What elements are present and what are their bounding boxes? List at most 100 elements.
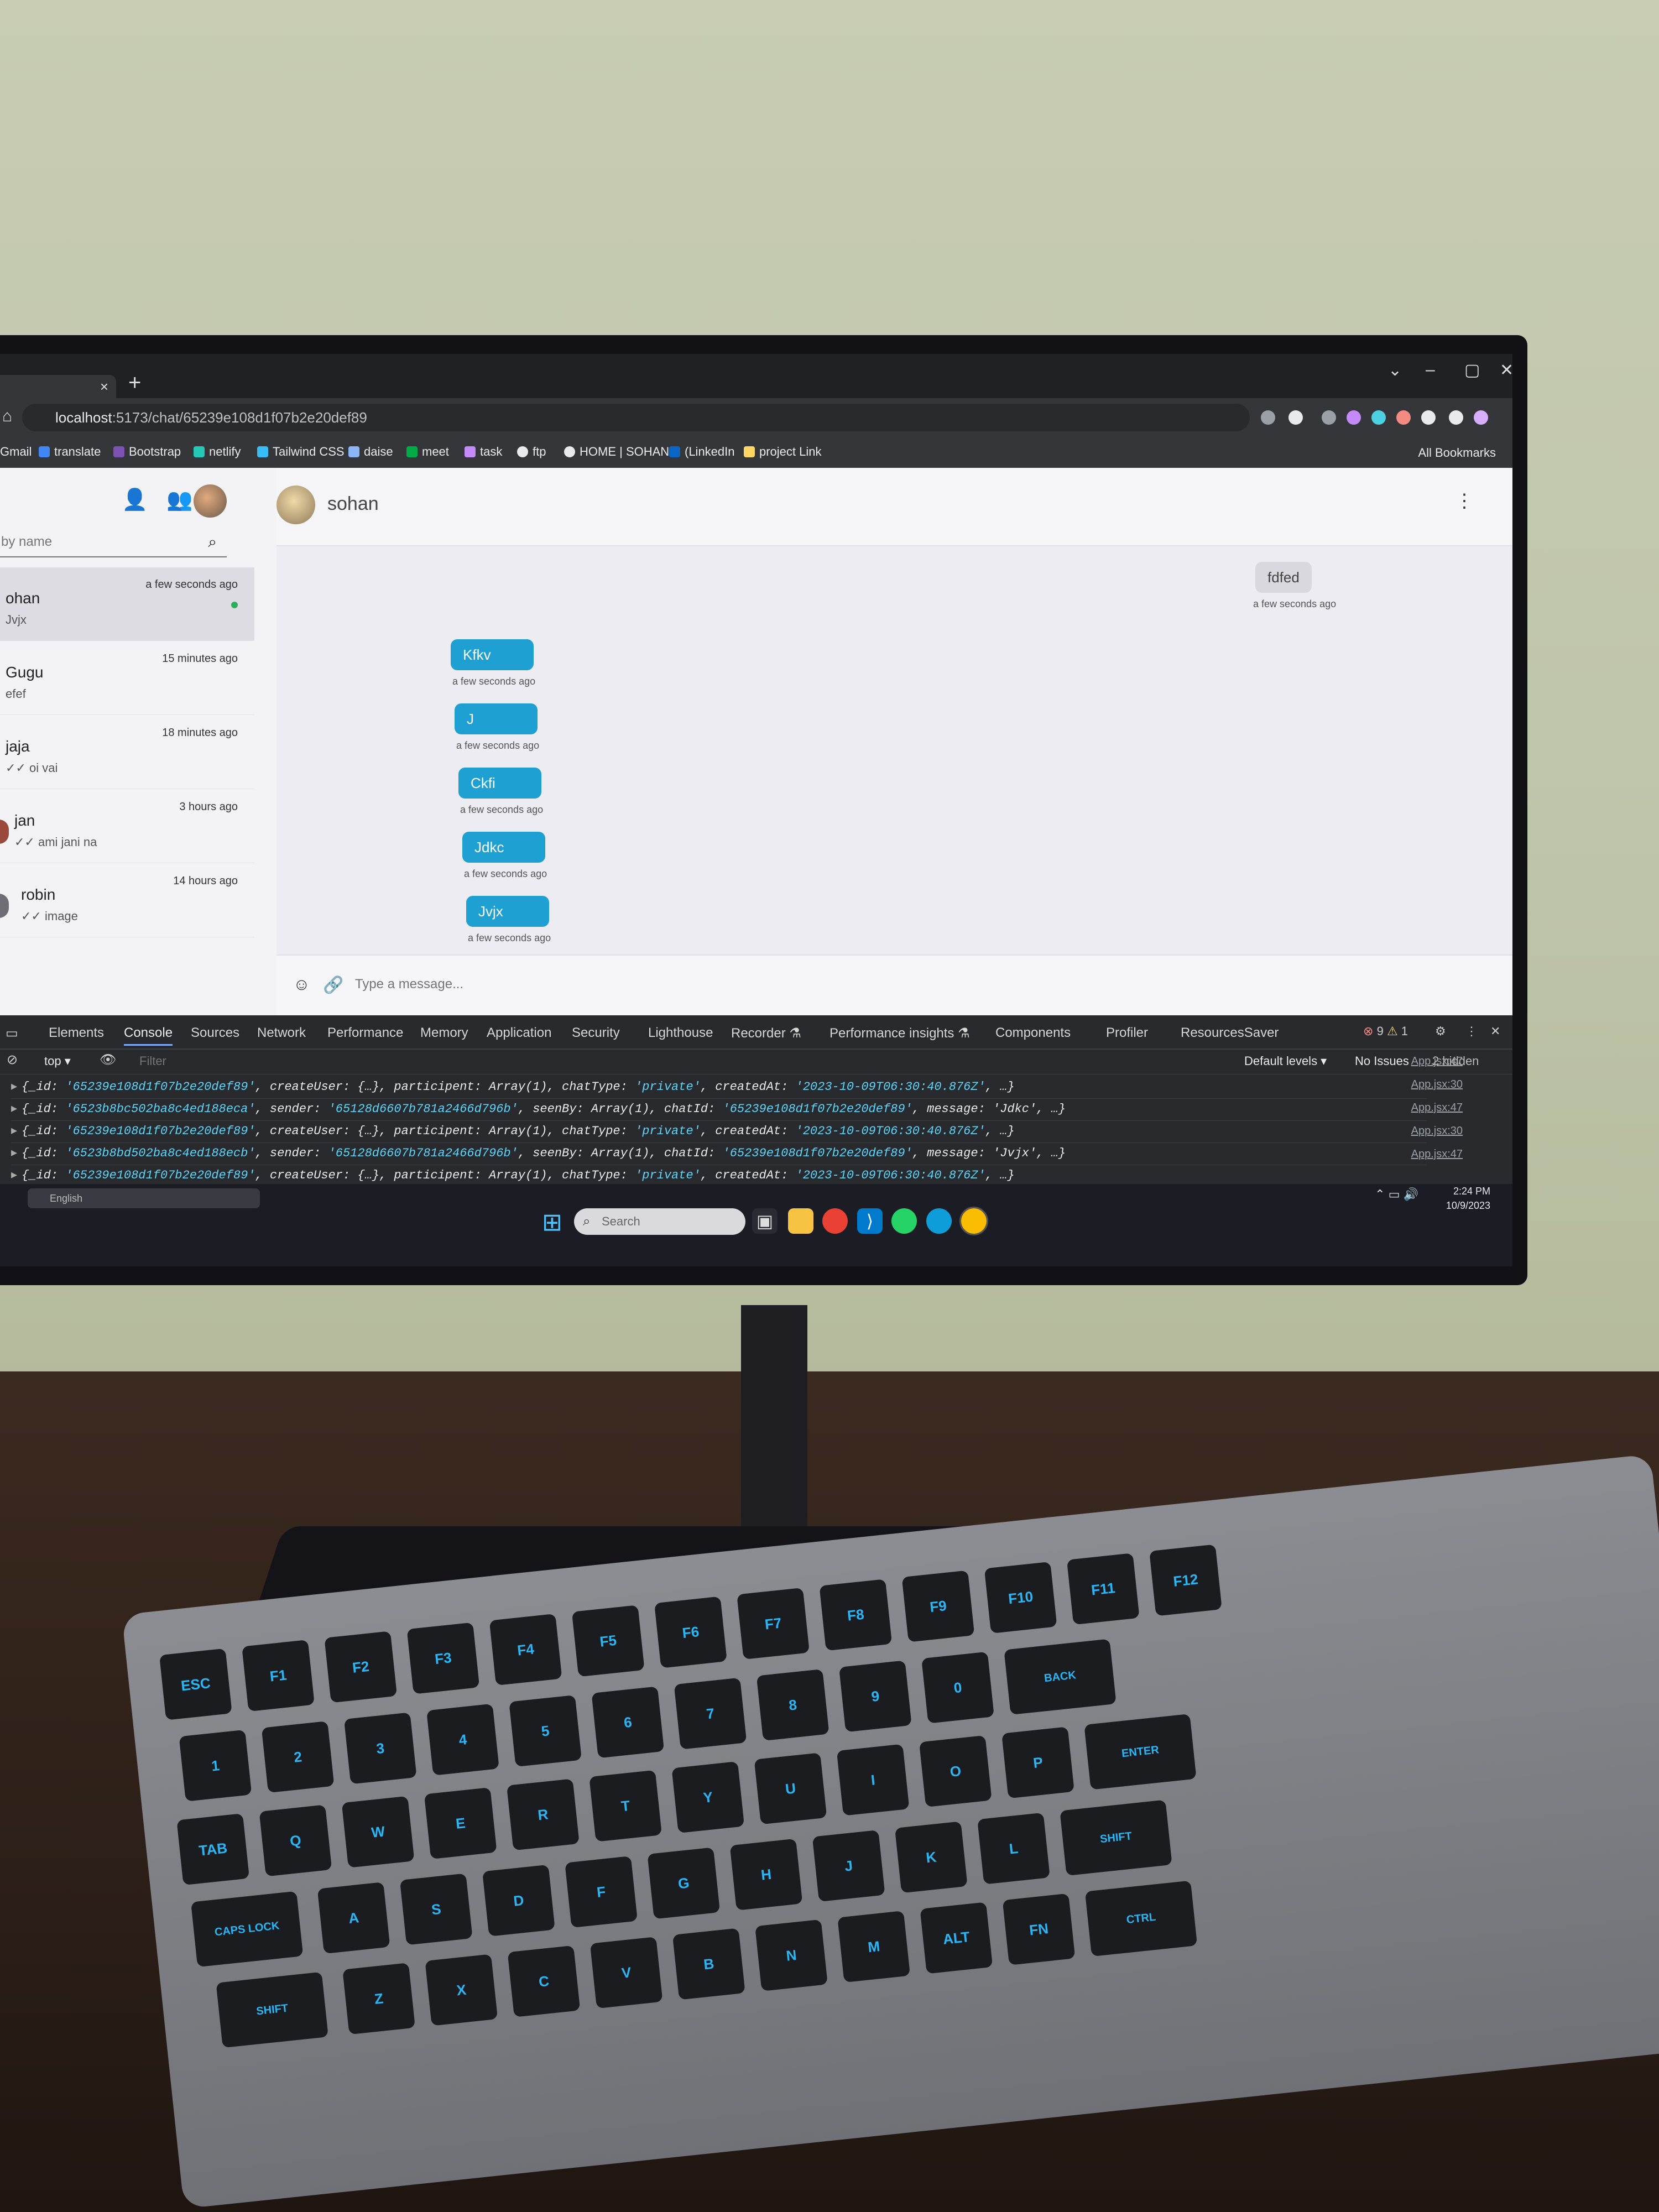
more-options-icon[interactable]: ⋮ [1455,490,1474,512]
attachment-icon[interactable]: 🔗 [323,975,343,995]
bookmark-project-link[interactable]: project Link [744,445,822,459]
browser-tab[interactable]: × [0,375,116,398]
tab-performance-insights[interactable]: Performance insights ⚗ [830,1025,970,1041]
bookmark-meet[interactable]: meet [406,445,449,459]
tab-components[interactable]: Components [995,1025,1071,1041]
group-icon[interactable]: 👥 [166,488,192,512]
expand-arrow-icon[interactable]: ▸ [11,1168,17,1182]
language-indicator[interactable]: English [28,1188,260,1208]
bookmark-home-sohan[interactable]: HOME | SOHAN [564,445,669,459]
edge-icon[interactable] [926,1208,952,1234]
my-avatar[interactable] [194,484,227,518]
file-explorer-icon[interactable] [788,1208,813,1234]
url-field[interactable]: localhost:5173/chat/65239e108d1f07b2e20d… [22,404,1250,431]
puzzle-icon[interactable] [1421,410,1436,425]
tab-security[interactable]: Security [572,1025,620,1041]
terminal-icon[interactable]: ▣ [752,1208,778,1234]
expand-arrow-icon[interactable]: ▸ [11,1080,17,1094]
tab-recorder[interactable]: Recorder ⚗ [731,1025,801,1041]
bookmark-ftp[interactable]: ftp [517,445,546,459]
device-toolbar-icon[interactable]: ▭ [6,1025,18,1041]
log-source-link[interactable]: App.jsx:30 [1411,1078,1463,1091]
tab-memory[interactable]: Memory [420,1025,468,1041]
log-source-link[interactable]: App.jsx:47 [1411,1148,1463,1161]
add-user-icon[interactable]: 👤 [122,488,148,512]
tab-application[interactable]: Application [487,1025,551,1041]
eye-icon[interactable]: 👁 [100,1052,116,1068]
error-warning-counter[interactable]: ⊗ 9 ⚠ 1 [1363,1024,1408,1039]
tab-resourcessaver[interactable]: ResourcesSaver [1181,1025,1279,1041]
close-window-button[interactable]: ✕ [1500,361,1512,380]
conversation-item[interactable]: jaja ✓✓ oi vai 18 minutes ago [0,716,254,789]
settings-gear-icon[interactable]: ⚙ [1435,1024,1446,1039]
home-icon[interactable]: ⌂ [2,407,12,426]
bookmark-daise[interactable]: daise [348,445,393,459]
conversation-item[interactable]: jan ✓✓ ami jani na 3 hours ago [0,790,254,863]
bookmark-linkedin[interactable]: (LinkedIn [669,445,735,459]
log-source-link[interactable]: App.jsx:47 [1411,1055,1463,1068]
tab-elements[interactable]: Elements [49,1025,104,1041]
console-log-line[interactable]: ▸ {_id: '65239e108d1f07b2e20def89', creat… [11,1120,1427,1143]
search-icon[interactable]: ⌕ [208,533,217,551]
bookmark-gmail[interactable]: Gmail [0,445,32,459]
expand-arrow-icon[interactable]: ▸ [11,1124,17,1138]
extension-icon[interactable] [1322,410,1336,425]
maximize-button[interactable]: ▢ [1464,361,1480,380]
tab-network[interactable]: Network [257,1025,306,1041]
close-devtools-icon[interactable]: ✕ [1490,1024,1500,1039]
expand-arrow-icon[interactable]: ▸ [11,1102,17,1116]
vscode-icon[interactable]: ⟩ [857,1208,883,1234]
search-input[interactable] [0,529,185,550]
log-levels-dropdown[interactable]: Default levels ▾ [1244,1054,1327,1068]
extension-icon[interactable] [1347,410,1361,425]
expand-arrow-icon[interactable]: ▸ [11,1146,17,1160]
log-source-link[interactable]: App.jsx:47 [1411,1102,1463,1114]
peer-avatar[interactable] [276,486,315,524]
log-source-link[interactable]: App.jsx:30 [1411,1125,1463,1138]
bookmark-star-icon[interactable] [1288,410,1303,425]
minimize-button[interactable]: – [1426,361,1435,379]
profile-avatar-icon[interactable] [1474,410,1488,425]
devtools-panel: ▭ Elements Console Sources Network Perfo… [0,1015,1512,1187]
whatsapp-icon[interactable] [891,1208,917,1234]
context-select[interactable]: top ▾ [44,1054,71,1068]
extension-icon[interactable] [1371,410,1386,425]
tab-performance[interactable]: Performance [327,1025,403,1041]
message-input[interactable] [354,970,1407,999]
tab-close-icon[interactable]: × [100,378,108,395]
bookmark-task[interactable]: task [465,445,502,459]
tab-lighthouse[interactable]: Lighthouse [648,1025,713,1041]
extension-icon[interactable] [1396,410,1411,425]
bookmark-netlify[interactable]: netlify [194,445,241,459]
side-panel-icon[interactable] [1449,410,1463,425]
console-log-line[interactable]: ▸ {_id: '65239e108d1f07b2e20def89', creat… [11,1076,1427,1099]
taskbar-search[interactable]: ⌕ Search [574,1208,745,1235]
bookmark-tailwind[interactable]: Tailwind CSS [257,445,345,459]
system-tray[interactable]: ⌃ ▭ 🔊 [1375,1187,1418,1202]
chrome-canary-icon[interactable] [959,1207,988,1235]
tab-console[interactable]: Console [124,1025,173,1046]
new-tab-button[interactable]: + [128,371,141,395]
conversation-item[interactable]: robin ✓✓ image 14 hours ago [0,864,254,937]
key: J [812,1830,885,1902]
bookmark-translate[interactable]: translate [39,445,101,459]
chrome-icon[interactable] [822,1208,848,1234]
clear-console-icon[interactable]: ⊘ [7,1052,18,1068]
console-log-line[interactable]: ▸ {_id: '6523b8bd502ba8c4ed188ecb', sende… [11,1142,1427,1165]
share-icon[interactable] [1261,410,1275,425]
conversation-item[interactable]: Gugu efef 15 minutes ago [0,641,254,715]
issues-button[interactable]: No Issues [1355,1054,1409,1068]
tab-search-icon[interactable]: ⌄ [1388,361,1402,380]
taskbar-clock[interactable]: 2:24 PM 10/9/2023 [1446,1184,1490,1213]
tab-sources[interactable]: Sources [191,1025,239,1041]
tab-profiler[interactable]: Profiler [1106,1025,1148,1041]
console-log-line[interactable]: ▸ {_id: '6523b8bc502ba8c4ed188eca', sende… [11,1098,1427,1121]
more-menu-icon[interactable]: ⋮ [1465,1024,1478,1039]
emoji-icon[interactable]: ☺ [293,975,310,994]
conversation-item[interactable]: ohan Jvjx a few seconds ago [0,567,254,641]
windows-start-icon[interactable]: ⊞ [542,1208,562,1237]
console-filter-input[interactable] [138,1052,1191,1071]
bookmark-bootstrap[interactable]: Bootstrap [113,445,181,459]
all-bookmarks-button[interactable]: All Bookmarks [1418,446,1496,460]
key: TAB [176,1813,250,1886]
